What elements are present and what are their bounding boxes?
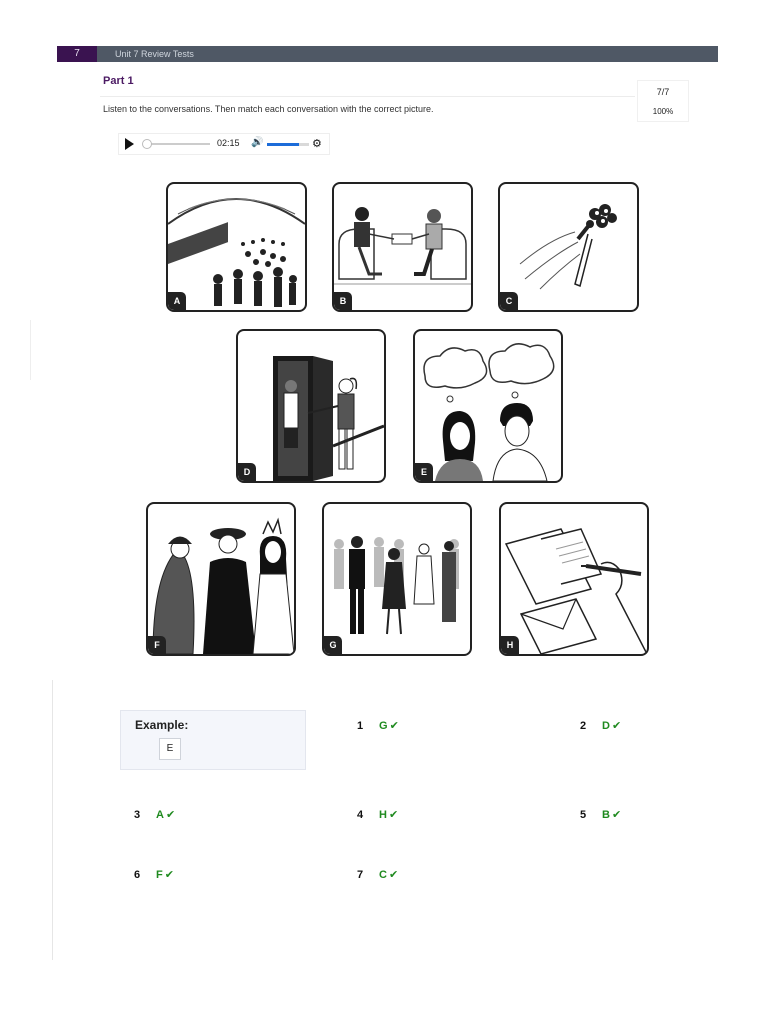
check-icon: ✔ [389, 720, 399, 732]
answer-number: 6 [134, 869, 141, 881]
tossed-bouquet-icon [519, 204, 617, 290]
writing-card-icon [504, 528, 647, 654]
answer-1[interactable]: 1 G ✔ [357, 719, 399, 732]
answer-5[interactable]: 5 B ✔ [580, 808, 621, 821]
picture-h: H [499, 502, 649, 656]
answer-number: 4 [357, 809, 364, 821]
score-percent: 100% [652, 107, 674, 116]
person-at-door-icon [273, 356, 384, 481]
picture-c: C [498, 182, 639, 312]
costume-party-icon [152, 517, 294, 654]
picture-a: A [166, 182, 307, 312]
check-icon: ✔ [388, 869, 399, 881]
answer-letter: F [156, 869, 163, 881]
picture-label: E [415, 463, 433, 481]
picture-label: F [148, 636, 166, 654]
unit-title: Unit 7 Review Tests [115, 49, 194, 59]
score-box: 7/7 100% [637, 80, 689, 122]
answer-7[interactable]: 7 C ✔ [357, 868, 398, 881]
picture-g: G [322, 502, 472, 656]
volume-icon[interactable]: 🔊 [251, 137, 263, 148]
check-icon: ✔ [165, 809, 176, 821]
answer-number: 1 [357, 720, 364, 732]
part-title: Part 1 [103, 75, 134, 87]
answer-number: 3 [134, 809, 141, 821]
check-icon: ✔ [611, 809, 622, 821]
picture-e: E [413, 329, 563, 483]
couple-thinking-icon [423, 343, 555, 481]
divider [52, 680, 53, 960]
people-exchanging-gift-icon [334, 207, 471, 285]
answer-number: 7 [357, 869, 364, 881]
check-icon: ✔ [164, 869, 174, 881]
volume-slider[interactable] [267, 143, 309, 146]
answer-letter: B [602, 809, 610, 821]
volume-level [267, 143, 299, 146]
answer-letter: G [379, 720, 388, 732]
picture-b: B [332, 182, 473, 312]
answer-number: 2 [580, 720, 587, 732]
example-box: Example: E [120, 710, 306, 770]
picture-label: H [501, 636, 519, 654]
time-readout: 02:15 [217, 138, 240, 148]
answer-letter: D [602, 720, 610, 732]
instructions: Listen to the conversations. Then match … [103, 104, 434, 114]
picture-f: F [146, 502, 296, 656]
check-icon: ✔ [388, 809, 399, 821]
unit-header-bar: 7 Unit 7 Review Tests [57, 46, 718, 62]
score-fraction: 7/7 [656, 87, 670, 97]
divider [100, 96, 635, 97]
answer-number: 5 [580, 809, 587, 821]
party-crowd-icon [334, 536, 459, 635]
picture-label: D [238, 463, 256, 481]
picture-label: C [500, 292, 518, 310]
answer-3[interactable]: 3 A ✔ [134, 808, 175, 821]
example-answer: E [159, 738, 181, 760]
audio-player: 02:15 🔊 ⚙ [118, 133, 330, 155]
answer-6[interactable]: 6 F ✔ [134, 868, 174, 881]
settings-gear-icon[interactable]: ⚙ [312, 137, 322, 150]
play-icon[interactable] [125, 138, 134, 150]
example-title: Example: [135, 718, 189, 732]
picture-label: A [168, 292, 186, 310]
picture-label: G [324, 636, 342, 654]
answer-letter: A [156, 809, 164, 821]
progress-track[interactable] [144, 143, 210, 145]
answer-letter: C [379, 869, 387, 881]
divider [30, 320, 31, 380]
picture-label: B [334, 292, 352, 310]
unit-number: 7 [57, 46, 97, 62]
picture-d: D [236, 329, 386, 483]
answer-letter: H [379, 809, 387, 821]
answer-4[interactable]: 4 H ✔ [357, 808, 398, 821]
answer-2[interactable]: 2 D ✔ [580, 719, 621, 732]
crowded-subway-platform-icon [168, 198, 305, 307]
progress-handle[interactable] [142, 139, 152, 149]
check-icon: ✔ [611, 720, 622, 732]
